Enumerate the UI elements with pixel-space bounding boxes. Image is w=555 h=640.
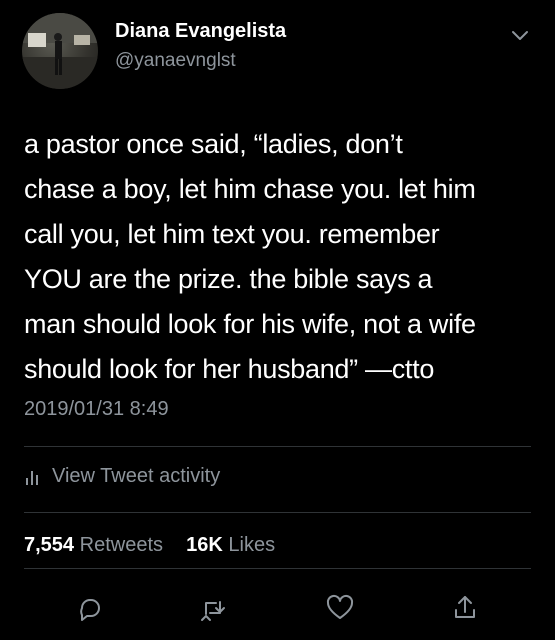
- share-icon[interactable]: [445, 588, 485, 628]
- view-tweet-activity-link[interactable]: View Tweet activity: [24, 465, 220, 488]
- display-name[interactable]: Diana Evangelista: [115, 20, 286, 43]
- avatar-photo: [22, 13, 98, 89]
- avatar[interactable]: [22, 13, 98, 89]
- tweet-timestamp[interactable]: 2019/01/31 8:49: [24, 398, 169, 421]
- divider: [24, 512, 531, 513]
- tweet-stats: 7,554 Retweets 16K Likes: [24, 534, 275, 557]
- retweet-icon[interactable]: [193, 588, 233, 628]
- tweet-text: a pastor once said, “ladies, don’t chase…: [24, 129, 476, 384]
- tweet-actions: [0, 588, 555, 628]
- retweets-label: Retweets: [79, 534, 163, 556]
- divider: [24, 568, 531, 569]
- reply-icon[interactable]: [70, 588, 110, 628]
- retweets-stat[interactable]: 7,554 Retweets: [24, 534, 169, 556]
- bar-chart-icon: [24, 468, 42, 486]
- likes-count: 16K: [186, 534, 223, 556]
- view-tweet-activity-label: View Tweet activity: [52, 465, 221, 487]
- chevron-down-icon[interactable]: [509, 26, 531, 44]
- divider: [24, 446, 531, 447]
- likes-label: Likes: [228, 534, 276, 556]
- retweets-count: 7,554: [24, 534, 75, 556]
- user-handle[interactable]: @yanaevnglst: [115, 50, 236, 72]
- likes-stat[interactable]: 16K Likes: [186, 534, 275, 556]
- like-icon[interactable]: [320, 588, 360, 628]
